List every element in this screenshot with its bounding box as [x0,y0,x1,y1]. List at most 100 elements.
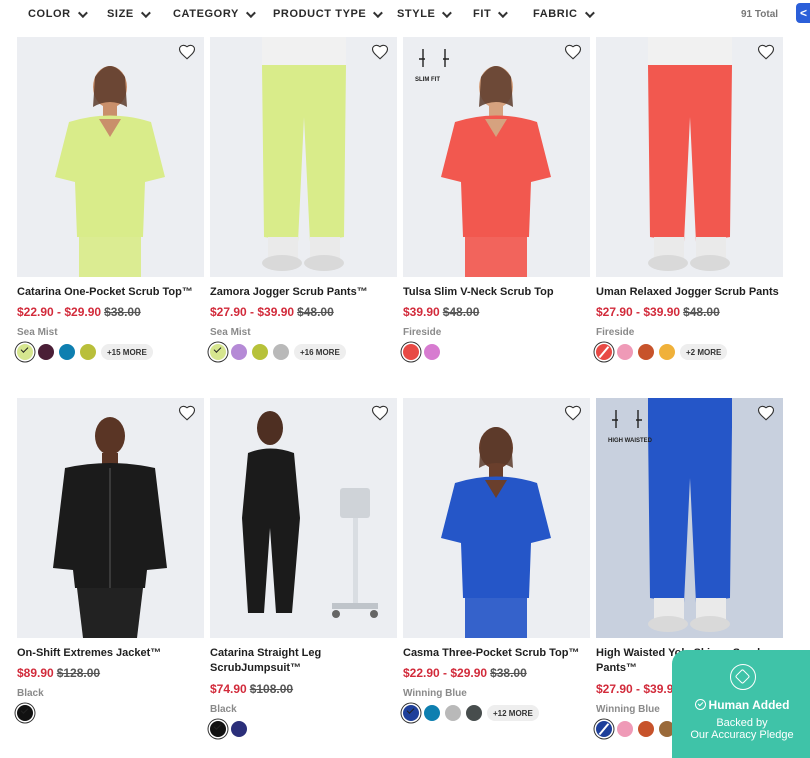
product-name[interactable]: Uman Relaxed Jogger Scrub Pants [596,285,783,300]
badge-line-2: Backed by [716,717,768,729]
swatch-row [17,705,33,721]
product-name[interactable]: On-Shift Extremes Jacket™ [17,646,204,661]
swatch-row: +16 MORE [210,344,346,360]
filter-label: FABRIC [533,8,578,20]
filter-style[interactable]: STYLE [397,7,453,20]
product-image[interactable] [17,398,204,638]
product-price: $22.90 - $29.90 $38.00 [17,305,141,319]
product-photo [596,37,783,277]
check-circle-icon [694,699,706,710]
fit-tag-label: SLIM FIT [415,77,440,83]
color-swatch[interactable] [424,344,440,360]
product-image[interactable] [596,37,783,277]
heart-icon[interactable] [178,43,196,61]
heart-icon[interactable] [564,43,582,61]
color-swatch[interactable] [617,721,633,737]
results-total: 91 Total [741,9,779,20]
color-name: Fireside [596,327,635,338]
color-swatch[interactable] [231,721,247,737]
color-swatch[interactable] [617,344,633,360]
swatch-row: +15 MORE [17,344,153,360]
accuracy-badge: Human Added Backed by Our Accuracy Pledg… [672,650,810,758]
product-name[interactable]: Zamora Jogger Scrub Pants™ [210,285,397,300]
color-name: Black [17,688,44,699]
sale-price: $39.90 [403,305,440,319]
color-swatch[interactable] [403,705,419,721]
sale-price: $27.90 - $39.90 [596,305,681,319]
color-swatch[interactable] [210,721,226,737]
original-price: $48.00 [297,305,334,319]
badge-line-3: Our Accuracy Pledge [690,729,794,741]
color-name: Fireside [403,327,442,338]
product-name[interactable]: Catarina Straight Leg ScrubJumpsuit™ [210,646,397,676]
product-image[interactable] [210,37,397,277]
filter-fabric[interactable]: FABRIC [533,7,595,20]
product-photo [17,398,204,638]
filter-category[interactable]: CATEGORY [173,7,256,20]
product-image[interactable]: SLIM FIT [403,37,590,277]
filter-label: SIZE [107,8,134,20]
collapse-panel-button[interactable]: < [796,3,810,23]
color-swatch[interactable] [231,344,247,360]
heart-icon[interactable] [564,404,582,422]
product-name[interactable]: Catarina One-Pocket Scrub Top™ [17,285,204,300]
product-photo [403,398,590,638]
fit-tag: SLIM FIT [415,45,455,83]
color-swatch[interactable] [424,705,440,721]
original-price: $108.00 [249,682,294,696]
product-price: $27.90 - $39.90$48.00 [210,305,334,319]
heart-icon[interactable] [371,404,389,422]
sale-price: $89.90 [17,666,54,680]
color-swatch[interactable] [466,705,482,721]
swatch-row [596,721,675,737]
product-image[interactable] [17,37,204,277]
color-name: Sea Mist [210,327,251,338]
product-name[interactable]: Tulsa Slim V-Neck Scrub Top [403,285,590,300]
filter-color[interactable]: COLOR [28,7,88,20]
more-colors-button[interactable]: +16 MORE [294,344,346,360]
product-image[interactable] [403,398,590,638]
product-price: $27.90 - $39.90$48.00 [596,305,720,319]
color-swatch[interactable] [252,344,268,360]
filter-label: CATEGORY [173,8,239,20]
filter-label: PRODUCT TYPE [273,8,367,20]
more-colors-button[interactable]: +2 MORE [680,344,728,360]
swatch-row [403,344,440,360]
product-price: $89.90 $128.00 [17,666,100,680]
color-swatch[interactable] [38,344,54,360]
original-price: $38.00 [490,666,527,680]
color-swatch[interactable] [638,721,654,737]
chevron-down-icon [584,7,595,18]
color-swatch[interactable] [80,344,96,360]
color-swatch[interactable] [596,344,612,360]
heart-icon[interactable] [757,43,775,61]
sale-price: $22.90 - $29.90 [403,666,488,680]
filter-size[interactable]: SIZE [107,7,151,20]
filter-fit[interactable]: FIT [473,7,509,20]
color-swatch[interactable] [659,344,675,360]
color-swatch[interactable] [210,344,226,360]
product-photo [210,398,397,638]
product-price: $22.90 - $29.90 $38.00 [403,666,527,680]
color-swatch[interactable] [59,344,75,360]
heart-icon[interactable] [757,404,775,422]
swatch-row [210,721,247,737]
color-swatch[interactable] [403,344,419,360]
more-colors-button[interactable]: +12 MORE [487,705,539,721]
product-image[interactable] [210,398,397,638]
more-colors-button[interactable]: +15 MORE [101,344,153,360]
color-swatch[interactable] [17,344,33,360]
heart-icon[interactable] [371,43,389,61]
color-swatch[interactable] [596,721,612,737]
color-swatch[interactable] [445,705,461,721]
heart-icon[interactable] [178,404,196,422]
filter-product-type[interactable]: PRODUCT TYPE [273,7,384,20]
color-swatch[interactable] [17,705,33,721]
filter-bar: COLOR SIZE CATEGORY PRODUCT TYPE STYLE F… [0,0,810,30]
color-swatch[interactable] [273,344,289,360]
color-swatch[interactable] [638,344,654,360]
chevron-down-icon [77,7,88,18]
product-image[interactable]: HIGH WAISTED [596,398,783,638]
fit-tag-label: HIGH WAISTED [608,438,653,444]
product-name[interactable]: Casma Three-Pocket Scrub Top™ [403,646,590,661]
